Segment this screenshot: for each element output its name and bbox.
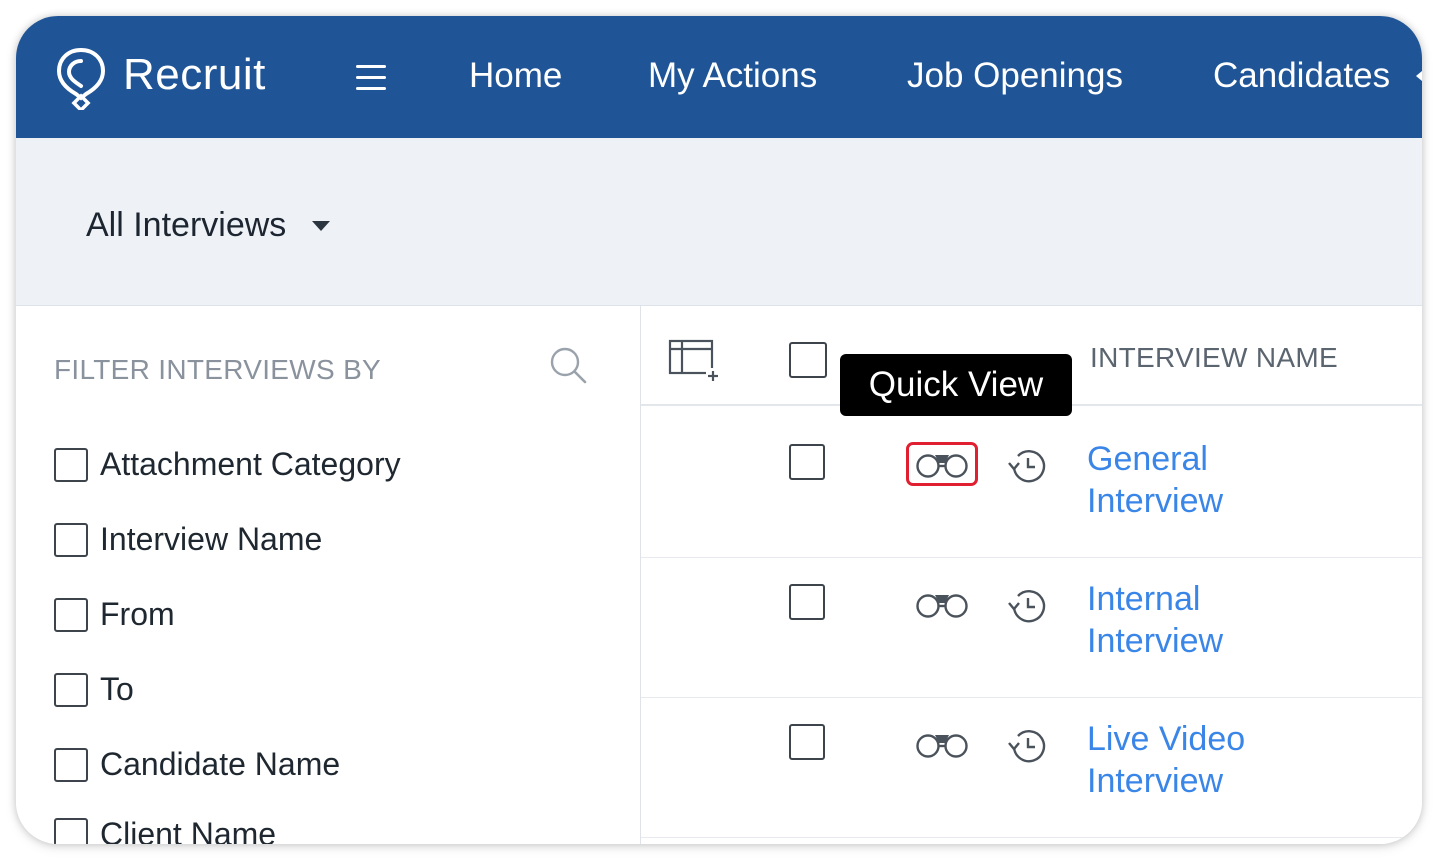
interview-name-line: Interview <box>1087 762 1224 800</box>
search-icon[interactable] <box>549 346 589 386</box>
filter-label: Candidate Name <box>100 746 341 782</box>
table-row[interactable]: General Interview <box>641 418 1422 558</box>
quick-view-button[interactable] <box>906 582 978 626</box>
filter-checkbox[interactable] <box>54 447 88 482</box>
filter-label: To <box>100 671 134 707</box>
nav-overflow-arrow-icon[interactable] <box>1416 71 1422 81</box>
column-settings-icon[interactable] <box>668 338 724 384</box>
nav-job-openings[interactable]: Job Openings <box>907 56 1123 96</box>
table-row[interactable]: Live Video Interview <box>641 698 1422 838</box>
row-checkbox[interactable] <box>789 584 825 620</box>
nav-candidates[interactable]: Candidates <box>1213 56 1390 96</box>
interview-name-link[interactable]: Internal Interview <box>1087 578 1387 662</box>
history-icon[interactable] <box>1006 586 1048 626</box>
filter-item-attachment-category[interactable]: Attachment Category <box>54 446 401 483</box>
quick-view-tooltip: Quick View <box>840 354 1072 416</box>
filter-label: Client Name <box>100 816 277 844</box>
binoculars-icon <box>916 454 968 478</box>
filter-item-interview-name[interactable]: Interview Name <box>54 521 322 558</box>
filter-item-to[interactable]: To <box>54 671 134 708</box>
chevron-down-icon <box>312 220 331 231</box>
view-title: All Interviews <box>86 206 287 244</box>
history-icon[interactable] <box>1006 446 1048 486</box>
brand-name[interactable]: Recruit <box>123 50 266 100</box>
interview-name-link[interactable]: General Interview <box>1087 438 1387 522</box>
binoculars-icon <box>916 594 968 618</box>
filter-item-candidate-name[interactable]: Candidate Name <box>54 746 340 783</box>
interview-name-line: Interview <box>1087 482 1224 520</box>
filter-item-from[interactable]: From <box>54 596 175 633</box>
quick-view-button[interactable] <box>906 722 978 766</box>
interview-name-line: Interview <box>1087 622 1224 660</box>
recruit-logo-icon[interactable] <box>54 46 108 110</box>
filter-label: From <box>100 596 175 632</box>
nav-home[interactable]: Home <box>469 56 562 96</box>
filter-checkbox[interactable] <box>54 747 88 782</box>
filter-sidebar: FILTER INTERVIEWS BY Attachment Category… <box>16 306 641 844</box>
interview-name-line: Live Video <box>1087 720 1246 758</box>
quick-view-button[interactable] <box>906 442 978 486</box>
interview-name-line: Internal <box>1087 580 1201 618</box>
filter-heading: FILTER INTERVIEWS BY <box>54 354 382 385</box>
view-selector-dropdown[interactable]: All Interviews <box>86 206 331 245</box>
filter-checkbox[interactable] <box>54 817 88 844</box>
row-checkbox[interactable] <box>789 444 825 480</box>
table-row[interactable]: Internal Interview <box>641 558 1422 698</box>
filter-checkbox[interactable] <box>54 522 88 557</box>
select-all-checkbox[interactable] <box>789 342 827 378</box>
interview-name-line: General <box>1087 440 1208 478</box>
row-checkbox[interactable] <box>789 724 825 760</box>
history-icon[interactable] <box>1006 726 1048 766</box>
nav-my-actions[interactable]: My Actions <box>648 56 817 96</box>
interview-name-link[interactable]: Live Video Interview <box>1087 718 1387 802</box>
app-window: Recruit Home My Actions Job Openings Can… <box>16 16 1422 844</box>
filter-label: Attachment Category <box>100 446 401 482</box>
binoculars-icon <box>916 734 968 758</box>
column-header-interview-name[interactable]: INTERVIEW NAME <box>1090 342 1338 374</box>
view-header: All Interviews <box>16 138 1422 306</box>
filter-checkbox[interactable] <box>54 597 88 632</box>
hamburger-menu-icon[interactable] <box>356 65 388 91</box>
top-navigation-bar: Recruit Home My Actions Job Openings Can… <box>16 16 1422 138</box>
filter-item-client-name[interactable]: Client Name <box>54 816 276 844</box>
filter-label: Interview Name <box>100 521 323 557</box>
filter-checkbox[interactable] <box>54 672 88 707</box>
